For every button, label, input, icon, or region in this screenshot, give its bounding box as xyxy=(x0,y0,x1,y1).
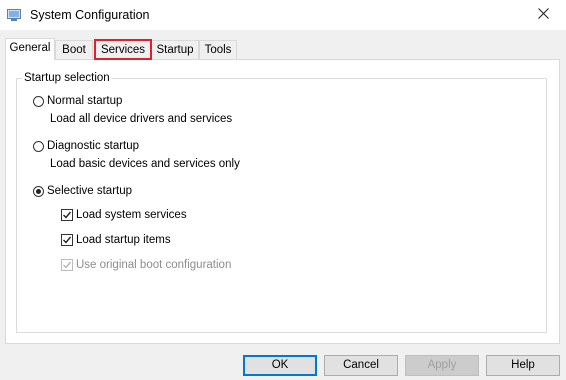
checkbox-label: Load startup items xyxy=(76,234,171,246)
title-bar: System Configuration xyxy=(0,0,566,30)
option-description: Load basic devices and services only xyxy=(50,158,240,170)
option-label: Diagnostic startup xyxy=(47,140,140,152)
checkbox-checked-icon xyxy=(61,209,73,221)
tab-label: General xyxy=(9,42,51,54)
tab-startup[interactable]: Startup xyxy=(151,40,199,59)
radio-button-icon xyxy=(33,95,44,107)
general-tab-panel: Startup selection Normal startup Load al… xyxy=(5,59,560,344)
use-original-boot-configuration-checkbox: Use original boot configuration xyxy=(61,259,231,271)
cancel-button[interactable]: Cancel xyxy=(324,355,398,376)
tab-label: Boot xyxy=(62,44,86,56)
close-button[interactable] xyxy=(520,0,566,30)
tab-strip: General Boot Services Startup Tools xyxy=(5,38,561,60)
group-title: Startup selection xyxy=(22,71,112,85)
tab-tools[interactable]: Tools xyxy=(199,40,237,59)
system-configuration-icon xyxy=(7,8,21,22)
radio-button-icon xyxy=(33,140,44,152)
radio-selected-icon xyxy=(33,185,44,197)
tab-general[interactable]: General xyxy=(5,38,55,60)
tab-boot[interactable]: Boot xyxy=(55,40,93,59)
load-system-services-checkbox[interactable]: Load system services xyxy=(61,209,187,221)
close-icon xyxy=(537,6,549,24)
tab-services[interactable]: Services xyxy=(94,39,152,60)
window-title: System Configuration xyxy=(30,8,150,22)
checkbox-checked-icon xyxy=(61,259,73,271)
tab-label: Startup xyxy=(156,44,194,56)
help-button[interactable]: Help xyxy=(486,355,560,376)
load-startup-items-checkbox[interactable]: Load startup items xyxy=(61,234,171,246)
normal-startup-radio[interactable]: Normal startup xyxy=(33,95,122,107)
checkbox-label: Use original boot configuration xyxy=(76,259,232,271)
option-label: Normal startup xyxy=(47,95,123,107)
option-label: Selective startup xyxy=(47,185,133,197)
checkbox-label: Load system services xyxy=(76,209,187,221)
apply-button: Apply xyxy=(405,355,479,376)
tab-label: Services xyxy=(100,44,146,56)
ok-button[interactable]: OK xyxy=(243,355,317,376)
tab-label: Tools xyxy=(204,44,232,56)
startup-selection-group: Startup selection Normal startup Load al… xyxy=(16,71,547,333)
selective-startup-radio[interactable]: Selective startup xyxy=(33,185,132,197)
diagnostic-startup-radio[interactable]: Diagnostic startup xyxy=(33,140,139,152)
option-description: Load all device drivers and services xyxy=(50,113,233,125)
checkbox-checked-icon xyxy=(61,234,73,246)
